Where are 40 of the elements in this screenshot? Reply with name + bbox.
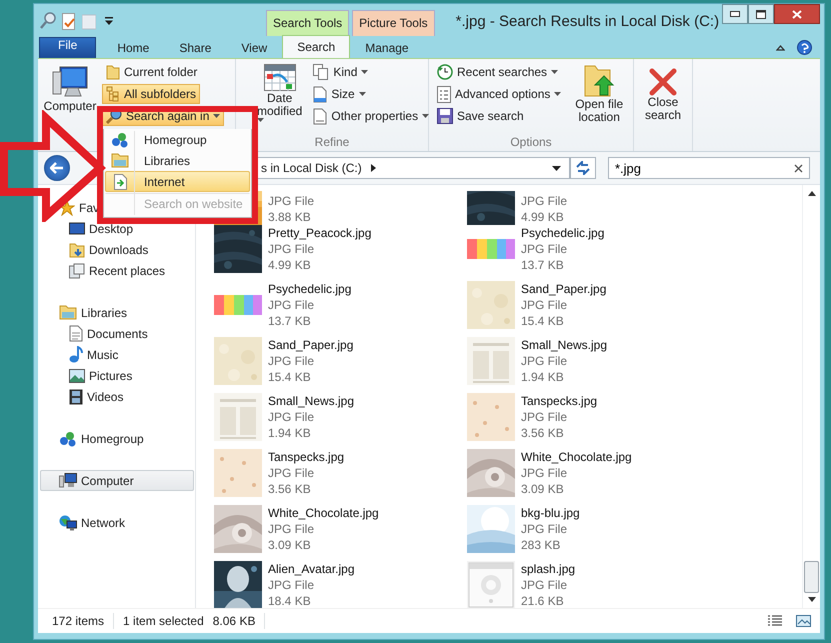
file-size: 15.4 KB xyxy=(268,369,312,385)
file-type: JPG File xyxy=(268,577,316,593)
file-size: 3.56 KB xyxy=(521,425,565,441)
file-size: 3.09 KB xyxy=(268,537,312,553)
file-type: JPG File xyxy=(521,521,568,537)
file-size: 4.99 KB xyxy=(268,257,312,273)
file-size: 3.88 KB xyxy=(268,209,312,225)
file-size: 3.56 KB xyxy=(268,481,312,497)
file-size: 18.4 KB xyxy=(268,593,312,608)
item-count: 172 items xyxy=(52,614,104,628)
file-size: 4.99 KB xyxy=(521,209,565,225)
file-type: JPG File xyxy=(268,193,314,209)
file-size: 13.7 KB xyxy=(521,257,565,273)
file-type: JPG File xyxy=(521,465,568,481)
file-size: 21.6 KB xyxy=(521,593,565,608)
file-size: 1.94 KB xyxy=(521,369,565,385)
file-type: JPG File xyxy=(521,241,568,257)
group-label: Options xyxy=(509,135,553,151)
group-label: Refine xyxy=(314,135,350,151)
file-type: JPG File xyxy=(521,297,568,313)
file-size: 13.7 KB xyxy=(268,313,312,329)
window-title: *.jpg - Search Results in Local Disk (C:) xyxy=(456,13,720,30)
file-size: 283 KB xyxy=(521,537,562,553)
file-size: 15.4 KB xyxy=(521,313,565,329)
selection-size: 8.06 KB xyxy=(212,614,256,628)
file-type: JPG File xyxy=(268,241,316,257)
file-type: JPG File xyxy=(268,521,316,537)
contextual-tab-header: Search Tools xyxy=(266,10,350,36)
file-type: JPG File xyxy=(521,353,568,369)
file-type: JPG File xyxy=(268,409,316,425)
file-size: 3.09 KB xyxy=(521,481,565,497)
file-size: 1.94 KB xyxy=(268,425,312,441)
file-type: JPG File xyxy=(268,297,316,313)
file-type: JPG File xyxy=(268,353,316,369)
file-type: JPG File xyxy=(268,465,316,481)
file-type: JPG File xyxy=(521,409,568,425)
contextual-tab-header: Picture Tools xyxy=(352,10,435,36)
file-type: JPG File xyxy=(521,577,568,593)
selection-info: 1 item selected xyxy=(123,614,204,628)
file-type: JPG File xyxy=(521,193,568,209)
